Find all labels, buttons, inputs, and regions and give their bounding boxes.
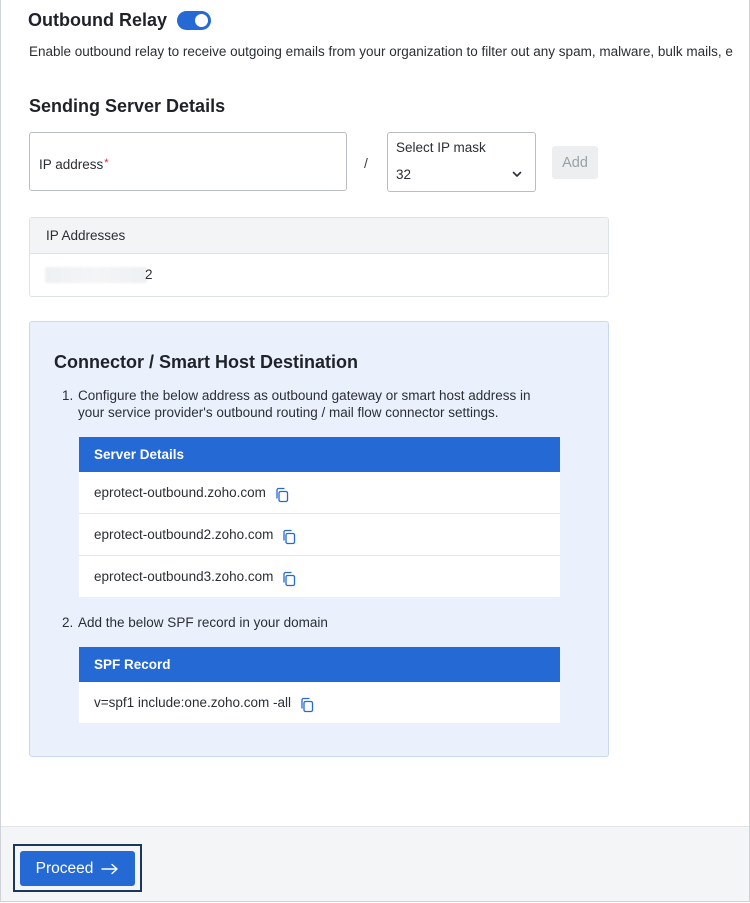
relay-description: Enable outbound relay to receive outgoin… [29, 44, 733, 59]
copy-icon[interactable] [274, 487, 290, 503]
footer-bar: Proceed [1, 826, 749, 901]
table-row: 2 [30, 254, 608, 296]
relay-header: Outbound Relay [28, 10, 211, 31]
step-text: Add the below SPF record in your domain [78, 615, 328, 630]
ip-mask-value: 32 [396, 167, 412, 182]
copy-icon[interactable] [299, 697, 315, 713]
ip-mask-label: Select IP mask [396, 140, 486, 155]
toggle-knob [195, 14, 208, 27]
step-2: 2. Add the below SPF record in your doma… [62, 614, 548, 631]
spf-record-value: v=spf1 include:one.zoho.com -all [94, 695, 291, 710]
table-row: v=spf1 include:one.zoho.com -all [79, 682, 560, 723]
sending-server-title: Sending Server Details [29, 96, 226, 116]
step-number: 1. [62, 388, 74, 403]
ip-mask-select[interactable]: Select IP mask 32 [387, 132, 536, 192]
ip-visible-suffix: 2 [145, 267, 153, 282]
ip-address-label: IP address* [39, 157, 109, 172]
step-text: Configure the below address as outbound … [78, 388, 531, 420]
server-address: eprotect-outbound.zoho.com [94, 485, 266, 500]
copy-icon[interactable] [281, 571, 297, 587]
proceed-label: Proceed [35, 859, 94, 877]
outbound-relay-page: Outbound Relay Enable outbound relay to … [0, 0, 750, 902]
content-area: Outbound Relay Enable outbound relay to … [1, 0, 749, 826]
proceed-button[interactable]: Proceed [20, 851, 135, 886]
outbound-relay-toggle[interactable] [177, 11, 211, 30]
required-mark: * [104, 157, 109, 169]
connector-panel: Connector / Smart Host Destination 1. Co… [29, 321, 609, 757]
server-address: eprotect-outbound3.zoho.com [94, 569, 274, 584]
ip-addresses-table: IP Addresses 2 [29, 217, 609, 297]
table-row: eprotect-outbound2.zoho.com [79, 514, 560, 556]
step-number: 2. [62, 615, 74, 630]
server-details-header: Server Details [79, 437, 560, 472]
add-ip-button[interactable]: Add [552, 146, 598, 179]
spf-record-header: SPF Record [79, 647, 560, 682]
ip-addresses-header: IP Addresses [30, 218, 608, 254]
chevron-down-icon [512, 171, 522, 177]
ip-mask-separator: / [364, 155, 368, 171]
step-1: 1. Configure the below address as outbou… [62, 387, 548, 421]
arrow-right-icon [101, 863, 119, 874]
table-row: eprotect-outbound3.zoho.com [79, 556, 560, 597]
table-row: eprotect-outbound.zoho.com [79, 472, 560, 514]
copy-icon[interactable] [281, 529, 297, 545]
server-address: eprotect-outbound2.zoho.com [94, 527, 274, 542]
redacted-ip [45, 267, 147, 283]
ip-address-input[interactable]: IP address* [29, 132, 347, 191]
relay-title: Outbound Relay [28, 10, 167, 30]
server-details-table: Server Details eprotect-outbound.zoho.co… [79, 437, 560, 597]
connector-title: Connector / Smart Host Destination [54, 352, 359, 372]
spf-record-table: SPF Record v=spf1 include:one.zoho.com -… [79, 647, 560, 723]
